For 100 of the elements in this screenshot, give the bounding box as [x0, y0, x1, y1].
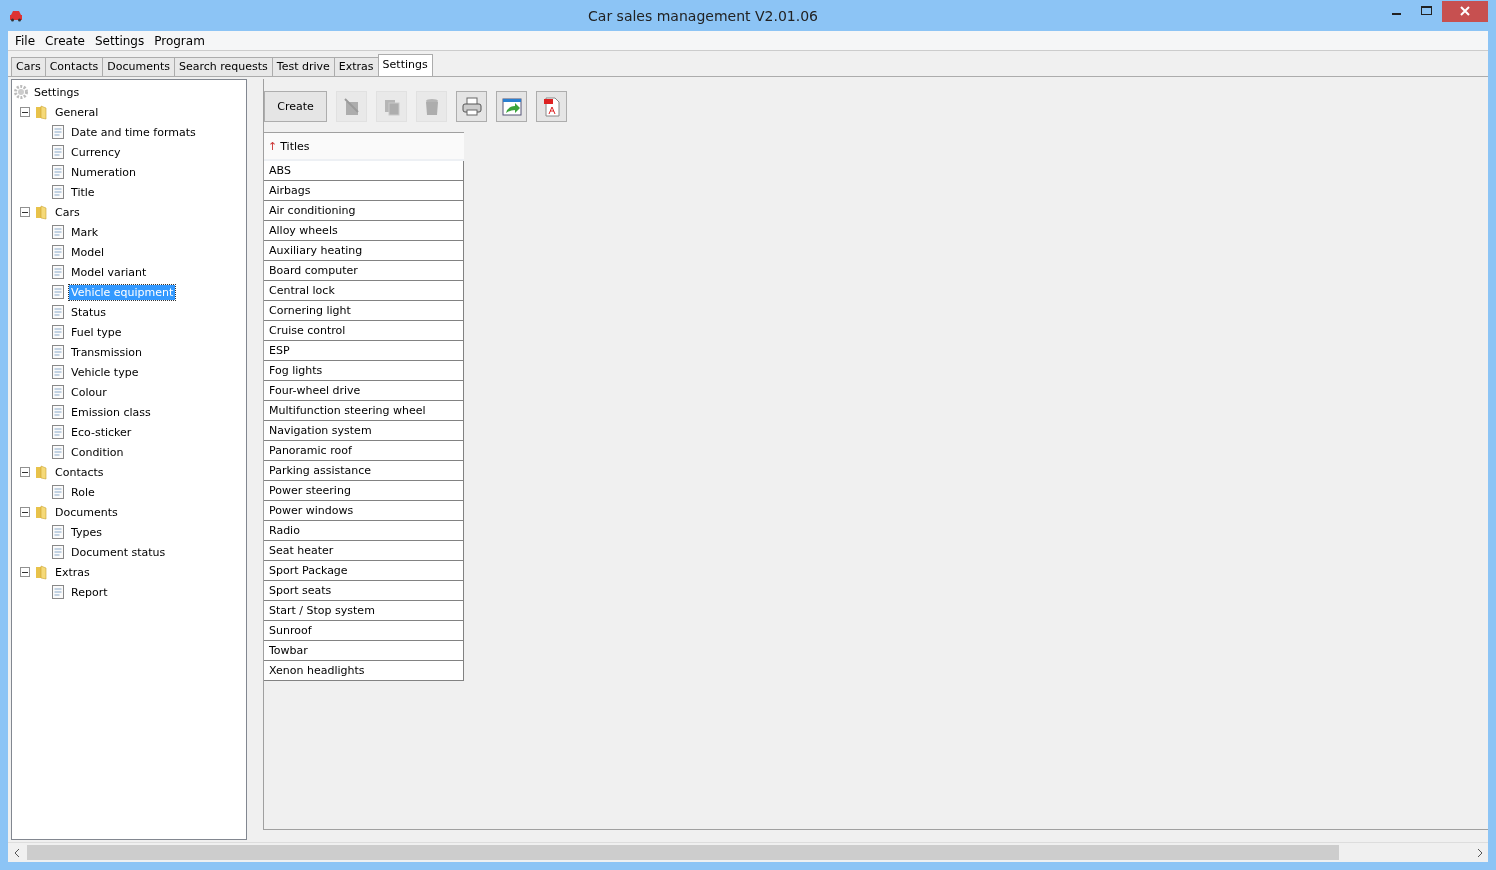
- toolbar-button[interactable]: [456, 91, 487, 122]
- page-icon: [50, 524, 66, 540]
- table-cell[interactable]: Seat heater: [264, 541, 464, 561]
- table-cell[interactable]: ESP: [264, 341, 464, 361]
- create-button[interactable]: Create: [264, 91, 327, 122]
- tree-item[interactable]: Settings: [32, 84, 82, 100]
- collapse-toggle[interactable]: [20, 207, 30, 217]
- tab[interactable]: Extras: [333, 57, 379, 76]
- table-cell[interactable]: Panoramic roof: [264, 441, 464, 461]
- collapse-toggle[interactable]: [20, 567, 30, 577]
- page-icon: [50, 324, 66, 340]
- table-cell[interactable]: Fog lights: [264, 361, 464, 381]
- tree-item[interactable]: General: [53, 104, 101, 120]
- horizontal-scrollbar[interactable]: [8, 842, 1488, 862]
- menu-item[interactable]: File: [10, 33, 41, 48]
- tree-item[interactable]: Numeration: [69, 164, 139, 180]
- tab[interactable]: Contacts: [44, 57, 104, 76]
- page-icon: [50, 244, 66, 260]
- menu-item[interactable]: Create: [40, 33, 90, 48]
- tab[interactable]: Cars: [11, 57, 46, 76]
- collapse-toggle[interactable]: [20, 507, 30, 517]
- collapse-toggle[interactable]: [20, 107, 30, 117]
- table-cell[interactable]: Alloy wheels: [264, 221, 464, 241]
- toolbar-button[interactable]: [496, 91, 527, 122]
- tree-item[interactable]: Mark: [69, 224, 101, 240]
- table-cell[interactable]: Power windows: [264, 501, 464, 521]
- table-cell[interactable]: Sunroof: [264, 621, 464, 641]
- tree-item[interactable]: Colour: [69, 384, 109, 400]
- close-button[interactable]: [1442, 0, 1488, 22]
- table-cell[interactable]: Sport seats: [264, 581, 464, 601]
- page-icon: [50, 264, 66, 280]
- table-cell[interactable]: Central lock: [264, 281, 464, 301]
- tree-item[interactable]: Currency: [69, 144, 123, 160]
- table-cell[interactable]: Board computer: [264, 261, 464, 281]
- page-icon: [50, 344, 66, 360]
- tree-item[interactable]: Eco-sticker: [69, 424, 134, 440]
- page-icon: [50, 384, 66, 400]
- tab[interactable]: Test drive: [271, 57, 335, 76]
- tree-item[interactable]: Title: [69, 184, 97, 200]
- tree-item[interactable]: Status: [69, 304, 109, 320]
- page-icon: [50, 364, 66, 380]
- export-icon: [500, 95, 523, 118]
- menu-item[interactable]: Settings: [89, 33, 150, 48]
- page-icon: [50, 144, 66, 160]
- column-title: Titles: [280, 139, 310, 153]
- car-icon: [8, 9, 24, 23]
- tree-item[interactable]: Extras: [53, 564, 92, 580]
- tree-item[interactable]: Role: [69, 484, 97, 500]
- table-cell[interactable]: Power steering: [264, 481, 464, 501]
- table-cell[interactable]: Airbags: [264, 181, 464, 201]
- tree-item[interactable]: Types: [69, 524, 104, 540]
- page-icon: [50, 124, 66, 140]
- tree-item[interactable]: Emission class: [69, 404, 153, 420]
- page-icon: [50, 304, 66, 320]
- folder-icon: [34, 504, 50, 520]
- table-cell[interactable]: Navigation system: [264, 421, 464, 441]
- column-header[interactable]: ↑ Titles: [264, 133, 464, 161]
- toolbar-button[interactable]: [536, 91, 567, 122]
- tab[interactable]: Documents: [102, 57, 175, 76]
- table-cell[interactable]: Four-wheel drive: [264, 381, 464, 401]
- table-cell[interactable]: Towbar: [264, 641, 464, 661]
- table-cell[interactable]: Cornering light: [264, 301, 464, 321]
- page-icon: [50, 424, 66, 440]
- table-cell[interactable]: Sport Package: [264, 561, 464, 581]
- tree-item[interactable]: Contacts: [53, 464, 106, 480]
- tree-item[interactable]: Transmission: [69, 344, 145, 360]
- table-cell[interactable]: Start / Stop system: [264, 601, 464, 621]
- page-icon: [50, 584, 66, 600]
- tree-item[interactable]: Cars: [53, 204, 82, 220]
- tree-item[interactable]: Fuel type: [69, 324, 124, 340]
- tab[interactable]: Settings: [377, 54, 433, 76]
- table-cell[interactable]: Xenon headlights: [264, 661, 464, 681]
- maximize-icon[interactable]: [1421, 6, 1433, 16]
- page-icon: [50, 484, 66, 500]
- folder-icon: [34, 204, 50, 220]
- table-cell[interactable]: Radio: [264, 521, 464, 541]
- tree-item[interactable]: Date and time formats: [69, 124, 198, 140]
- table-cell[interactable]: Auxiliary heating: [264, 241, 464, 261]
- page-icon: [50, 444, 66, 460]
- tree-item[interactable]: Vehicle type: [69, 364, 141, 380]
- close-icon: [1460, 6, 1470, 16]
- tree-item[interactable]: Document status: [69, 544, 168, 560]
- tree-item[interactable]: Model variant: [69, 264, 149, 280]
- tree-item[interactable]: Report: [69, 584, 110, 600]
- table-cell[interactable]: Air conditioning: [264, 201, 464, 221]
- table-cell[interactable]: Multifunction steering wheel: [264, 401, 464, 421]
- scrollbar-thumb[interactable]: [27, 845, 1339, 860]
- menu-item[interactable]: Program: [149, 33, 210, 48]
- table-cell[interactable]: ABS: [264, 161, 464, 181]
- tab[interactable]: Search requests: [173, 57, 273, 76]
- tree-item[interactable]: Model: [69, 244, 107, 260]
- table-cell[interactable]: Cruise control: [264, 321, 464, 341]
- collapse-toggle[interactable]: [20, 467, 30, 477]
- window-title: Car sales management V2.01.06: [587, 7, 819, 24]
- folder-icon: [34, 104, 50, 120]
- tree-item[interactable]: Documents: [53, 504, 120, 520]
- page-icon: [50, 184, 66, 200]
- tree-item[interactable]: Condition: [69, 444, 126, 460]
- print-icon: [460, 95, 483, 118]
- table-cell[interactable]: Parking assistance: [264, 461, 464, 481]
